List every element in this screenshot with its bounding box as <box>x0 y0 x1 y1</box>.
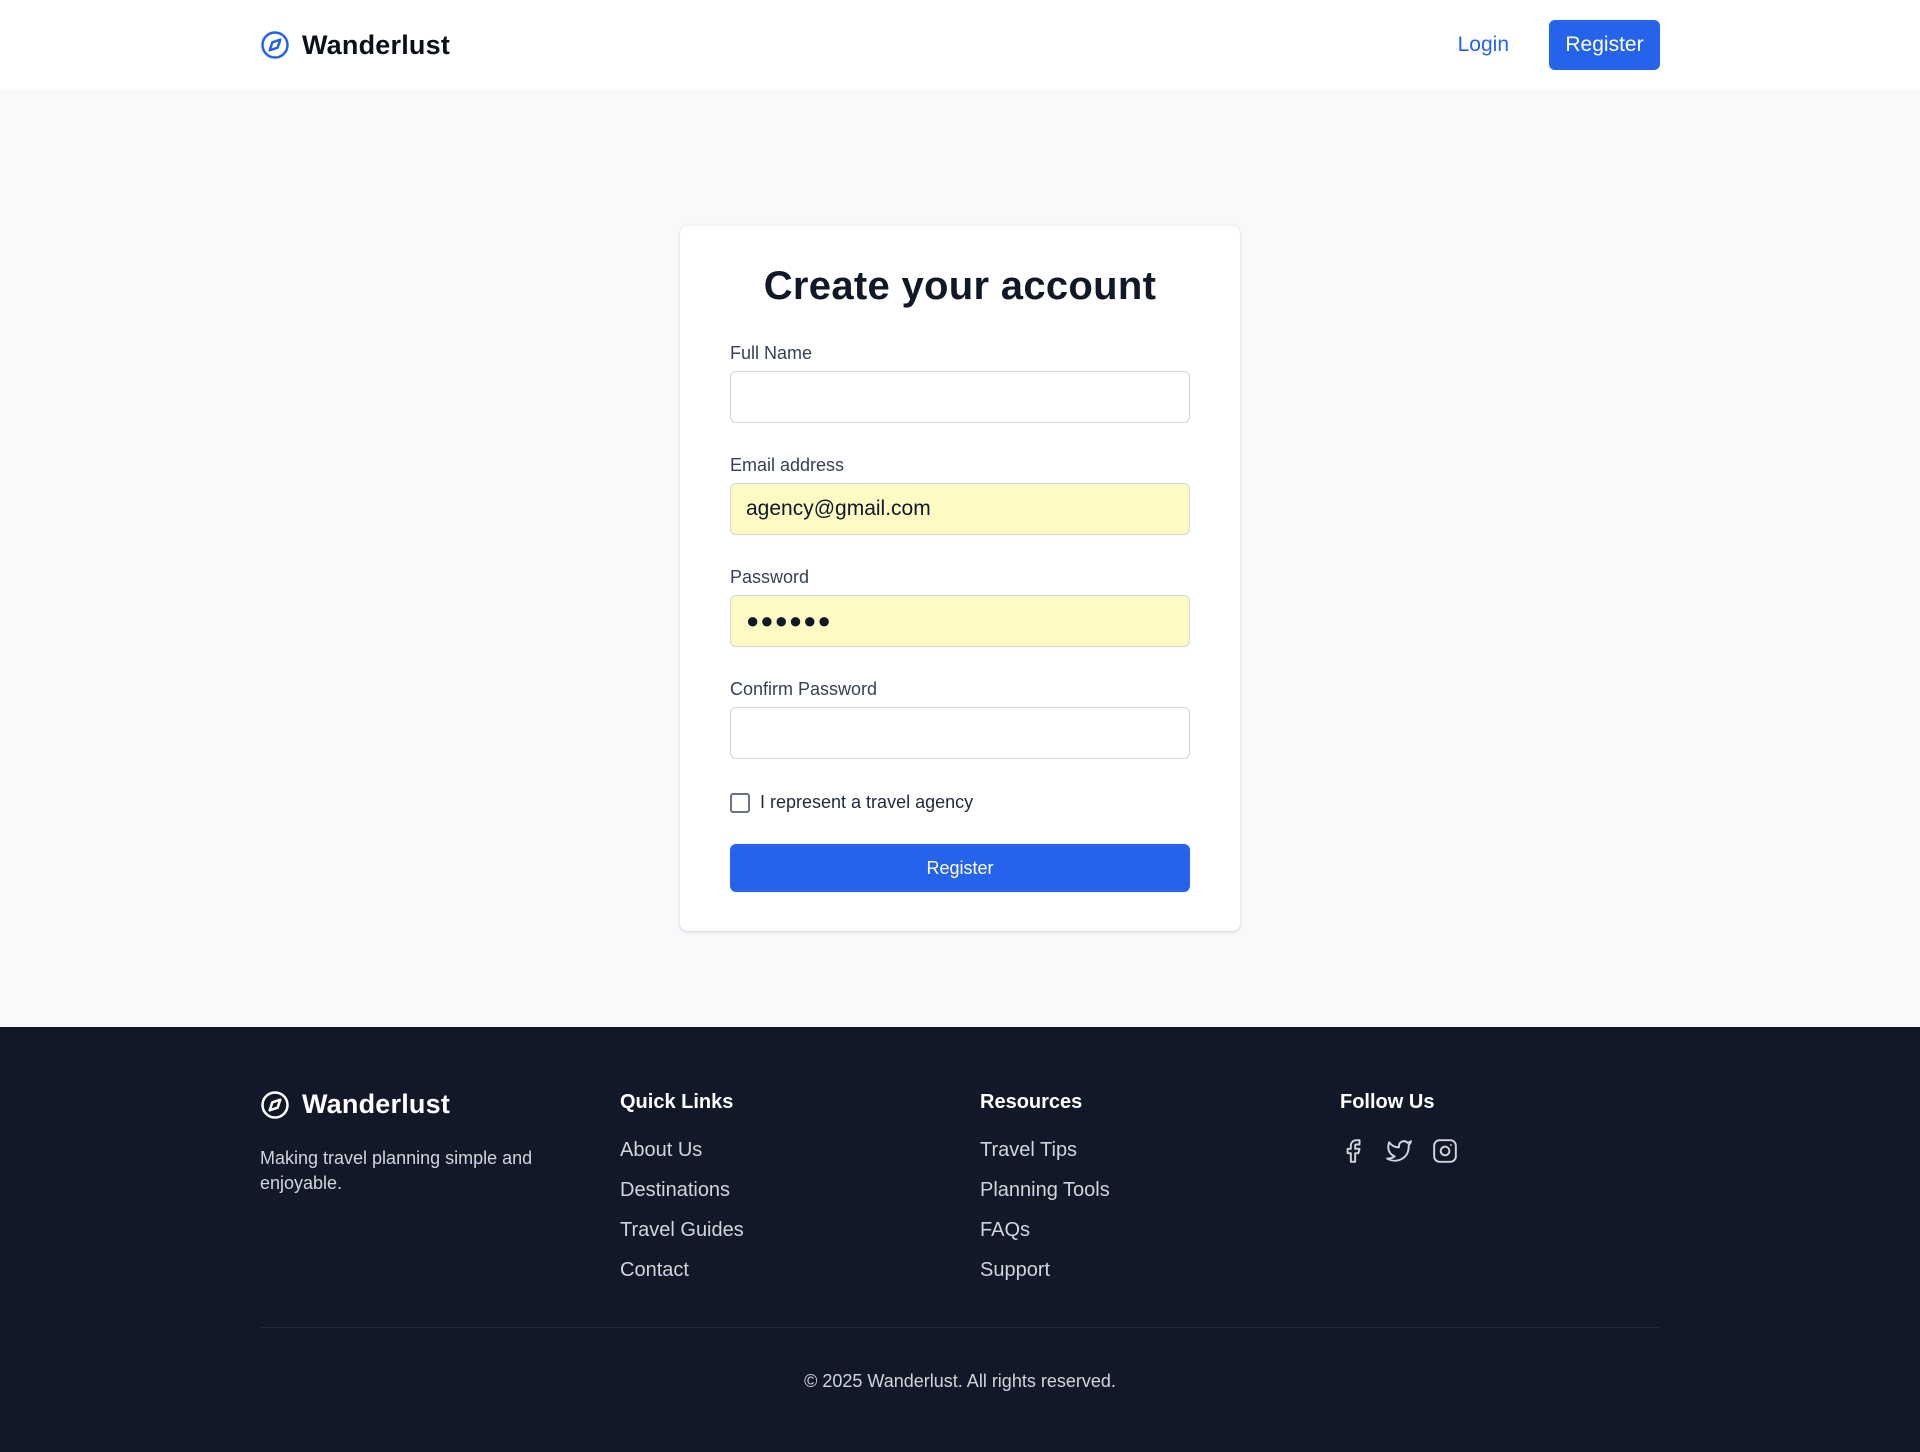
footer-link-travel-tips[interactable]: Travel Tips <box>980 1138 1110 1178</box>
quick-links-list: About Us Destinations Travel Guides Cont… <box>620 1138 744 1298</box>
footer-divider <box>260 1327 1660 1328</box>
page-title: Create your account <box>763 264 1157 308</box>
brand-logo[interactable]: Wanderlust <box>260 30 450 61</box>
password-label: Password <box>730 567 810 587</box>
resources-col: Resources Travel Tips Planning Tools FAQ… <box>980 1089 1110 1298</box>
follow-us-heading: Follow Us <box>1340 1091 1435 1113</box>
compass-icon <box>260 30 290 60</box>
header-nav: Login Register <box>1458 20 1660 70</box>
footer-link-travel-guides[interactable]: Travel Guides <box>620 1218 744 1258</box>
copyright-text: © 2025 Wanderlust. All rights reserved. <box>804 1371 1116 1391</box>
footer-link-about-us[interactable]: About Us <box>620 1138 744 1178</box>
register-card: Create your account Full Name Email addr… <box>680 226 1240 931</box>
footer-brand-name: Wanderlust <box>302 1089 451 1119</box>
site-header: Wanderlust Login Register <box>0 0 1920 90</box>
footer-link-destinations[interactable]: Destinations <box>620 1178 744 1218</box>
follow-us-col: Follow Us <box>1340 1089 1458 1164</box>
site-footer: Wanderlust Making travel planning simple… <box>0 1027 1920 1452</box>
twitter-icon[interactable] <box>1386 1138 1412 1164</box>
quick-links-heading: Quick Links <box>620 1091 734 1113</box>
email-field[interactable] <box>730 483 1190 535</box>
footer-brand-logo[interactable]: Wanderlust <box>260 1089 560 1120</box>
footer-link-support[interactable]: Support <box>980 1258 1110 1298</box>
facebook-icon[interactable] <box>1340 1138 1366 1164</box>
login-link[interactable]: Login <box>1458 33 1509 57</box>
confirm-password-field[interactable] <box>730 707 1190 759</box>
header-inner: Wanderlust Login Register <box>260 0 1660 90</box>
footer-link-contact[interactable]: Contact <box>620 1258 744 1298</box>
footer-link-faqs[interactable]: FAQs <box>980 1218 1110 1258</box>
full-name-label: Full Name <box>730 343 813 363</box>
compass-icon <box>260 1090 290 1120</box>
brand-name: Wanderlust <box>302 29 451 60</box>
quick-links-col: Quick Links About Us Destinations Travel… <box>620 1089 744 1298</box>
email-label: Email address <box>730 455 845 475</box>
register-submit-button[interactable]: Register <box>730 844 1190 892</box>
resources-heading: Resources <box>980 1091 1083 1113</box>
social-links <box>1340 1138 1458 1164</box>
register-nav-button[interactable]: Register <box>1549 20 1660 70</box>
agency-checkbox-label[interactable]: I represent a travel agency <box>760 792 973 813</box>
instagram-icon[interactable] <box>1432 1138 1458 1164</box>
footer-tagline: Making travel planning simple and enjoya… <box>260 1148 533 1193</box>
agency-checkbox[interactable] <box>730 792 750 813</box>
password-field[interactable] <box>730 595 1190 647</box>
footer-link-planning-tools[interactable]: Planning Tools <box>980 1178 1110 1218</box>
full-name-field[interactable] <box>730 371 1190 423</box>
footer-brand-col: Wanderlust Making travel planning simple… <box>260 1089 560 1196</box>
agency-checkbox-row[interactable]: I represent a travel agency <box>730 792 973 813</box>
confirm-password-label: Confirm Password <box>730 679 878 699</box>
resources-list: Travel Tips Planning Tools FAQs Support <box>980 1138 1110 1298</box>
